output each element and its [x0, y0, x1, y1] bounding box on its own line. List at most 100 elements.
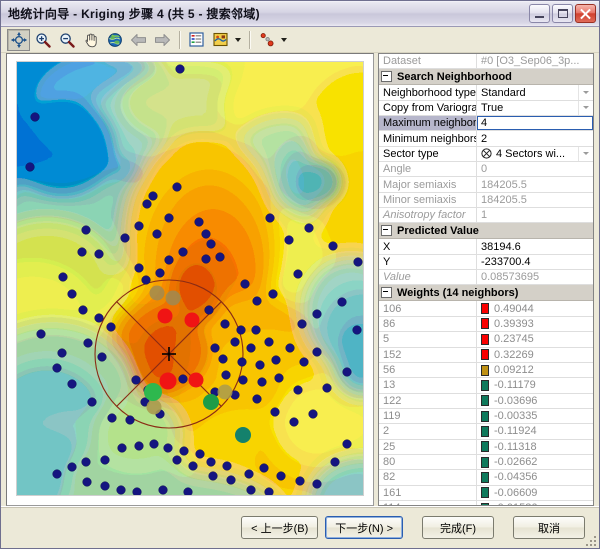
- map-preview-panel[interactable]: [6, 53, 374, 506]
- weight-color-swatch: [481, 365, 489, 376]
- weight-row[interactable]: 106 0.49044: [379, 301, 593, 316]
- weight-id: 56: [379, 363, 477, 377]
- arrow-forward-button[interactable]: [151, 29, 174, 51]
- resize-grip[interactable]: [584, 534, 596, 546]
- predicted-value-value: 0.08573695: [477, 270, 593, 284]
- maximize-button[interactable]: [552, 4, 573, 23]
- arrow-forward-icon: [154, 33, 171, 47]
- row-angle[interactable]: Angle 0: [379, 162, 593, 177]
- window-controls: [529, 4, 596, 23]
- globe-full-extent-button[interactable]: [103, 29, 126, 51]
- weight-row[interactable]: 80 -0.02662: [379, 455, 593, 470]
- back-button[interactable]: < 上一步(B): [241, 516, 318, 539]
- weight-row[interactable]: 114 -0.01586: [379, 501, 593, 505]
- dataset-value: #0 [O3_Sep06_3p...: [477, 54, 593, 68]
- weight-row[interactable]: 161 -0.06609: [379, 486, 593, 501]
- minimum-neighbors-value[interactable]: 2: [477, 131, 593, 145]
- arrow-back-button[interactable]: [127, 29, 150, 51]
- neighborhood-type-value[interactable]: Standard: [477, 85, 578, 99]
- row-dataset[interactable]: Dataset #0 [O3_Sep06_3p...: [379, 54, 593, 69]
- hand-pan-button[interactable]: [79, 29, 102, 51]
- weight-color-swatch: [481, 303, 489, 314]
- collapse-icon[interactable]: [381, 287, 392, 298]
- weight-id: 122: [379, 394, 477, 408]
- weight-row[interactable]: 56 0.09212: [379, 363, 593, 378]
- row-minor-semiaxis[interactable]: Minor semiaxis 184205.5: [379, 193, 593, 208]
- predicted-y-value[interactable]: -233700.4: [477, 255, 593, 269]
- collapse-icon[interactable]: [381, 225, 392, 236]
- row-predicted-value[interactable]: Value 0.08573695: [379, 270, 593, 285]
- sector-type-dropdown[interactable]: [578, 147, 593, 161]
- chevron-down-icon: [583, 152, 589, 155]
- row-copy-from-variogram[interactable]: Copy from Variogram True: [379, 101, 593, 116]
- minimize-button[interactable]: [529, 4, 550, 23]
- zoom-out-button[interactable]: [55, 29, 78, 51]
- weight-id: 161: [379, 486, 477, 500]
- maximum-neighbors-input[interactable]: 4: [477, 116, 593, 130]
- weight-row[interactable]: 86 0.39393: [379, 317, 593, 332]
- neighbor-point-mid-3: [147, 400, 162, 415]
- zoom-in-icon: [35, 32, 51, 48]
- weight-row[interactable]: 82 -0.04356: [379, 470, 593, 485]
- row-maximum-neighbors[interactable]: Maximum neighbors 4: [379, 116, 593, 131]
- cancel-button[interactable]: 取消: [513, 516, 585, 539]
- weight-row[interactable]: 119 -0.00335: [379, 409, 593, 424]
- surface-map[interactable]: [16, 61, 364, 496]
- title-bar: 地统计向导 - Kriging 步骤 4 (共 5 - 搜索邻域): [1, 1, 599, 27]
- row-major-semiaxis[interactable]: Major semiaxis 184205.5: [379, 177, 593, 192]
- major-semiaxis-label: Major semiaxis: [379, 177, 477, 191]
- weight-row[interactable]: 122 -0.03696: [379, 394, 593, 409]
- row-sector-type[interactable]: Sector type 4 Sectors wi...: [379, 147, 593, 162]
- pan-select-button[interactable]: [7, 29, 30, 51]
- map-toolbar: [1, 27, 599, 53]
- weight-row[interactable]: 5 0.23745: [379, 332, 593, 347]
- row-predicted-x[interactable]: X 38194.6: [379, 239, 593, 254]
- weight-value: -0.01586: [494, 502, 537, 505]
- weight-id: 106: [379, 301, 477, 315]
- row-predicted-y[interactable]: Y -233700.4: [379, 255, 593, 270]
- copy-from-variogram-dropdown[interactable]: [578, 101, 593, 115]
- weight-color-swatch: [481, 334, 489, 345]
- neighborhood-type-dropdown[interactable]: [578, 85, 593, 99]
- parameters-scroll[interactable]: Dataset #0 [O3_Sep06_3p... Search Neighb…: [379, 54, 593, 505]
- row-neighborhood-type[interactable]: Neighborhood type Standard: [379, 85, 593, 100]
- surface-layer-dropdown[interactable]: [233, 29, 243, 51]
- weight-value: 0.39393: [494, 318, 534, 330]
- weight-row[interactable]: 2 -0.11924: [379, 424, 593, 439]
- zoom-in-button[interactable]: [31, 29, 54, 51]
- weight-color-swatch: [481, 349, 489, 360]
- weight-id: 152: [379, 348, 477, 362]
- weight-value: 0.09212: [494, 364, 534, 376]
- weight-id: 2: [379, 424, 477, 438]
- section-header-predicted-value[interactable]: Predicted Value: [379, 223, 593, 239]
- weight-value: 0.32269: [494, 349, 534, 361]
- surface-layer-button[interactable]: [209, 29, 232, 51]
- predicted-x-value[interactable]: 38194.6: [477, 239, 593, 253]
- weight-row[interactable]: 25 -0.11318: [379, 440, 593, 455]
- legend-table-button[interactable]: [185, 29, 208, 51]
- copy-from-variogram-value[interactable]: True: [477, 101, 578, 115]
- anisotropy-factor-label: Anisotropy factor: [379, 208, 477, 222]
- weight-row[interactable]: 152 0.32269: [379, 348, 593, 363]
- row-minimum-neighbors[interactable]: Minimum neighbors 2: [379, 131, 593, 146]
- finish-button[interactable]: 完成(F): [422, 516, 494, 539]
- points-layer-icon: [259, 32, 275, 48]
- neighbor-point-high-4: [189, 373, 204, 388]
- section-header-weights[interactable]: Weights (14 neighbors): [379, 285, 593, 301]
- pan-select-icon: [11, 32, 27, 48]
- next-button[interactable]: 下一步(N) >: [325, 516, 403, 539]
- weight-row[interactable]: 13 -0.11179: [379, 378, 593, 393]
- row-anisotropy-factor[interactable]: Anisotropy factor 1: [379, 208, 593, 223]
- collapse-icon[interactable]: [381, 71, 392, 82]
- points-layer-button[interactable]: [255, 29, 278, 51]
- minor-semiaxis-value: 184205.5: [477, 193, 593, 207]
- chevron-down-icon: [583, 91, 589, 94]
- close-button[interactable]: [575, 4, 596, 23]
- section-header-search-neighborhood[interactable]: Search Neighborhood: [379, 69, 593, 85]
- minor-semiaxis-label: Minor semiaxis: [379, 193, 477, 207]
- weight-color-swatch: [481, 457, 489, 468]
- chevron-down-icon: [583, 106, 589, 109]
- points-layer-dropdown[interactable]: [279, 29, 289, 51]
- weight-value: -0.11924: [494, 425, 537, 437]
- weight-value: -0.11179: [494, 379, 536, 391]
